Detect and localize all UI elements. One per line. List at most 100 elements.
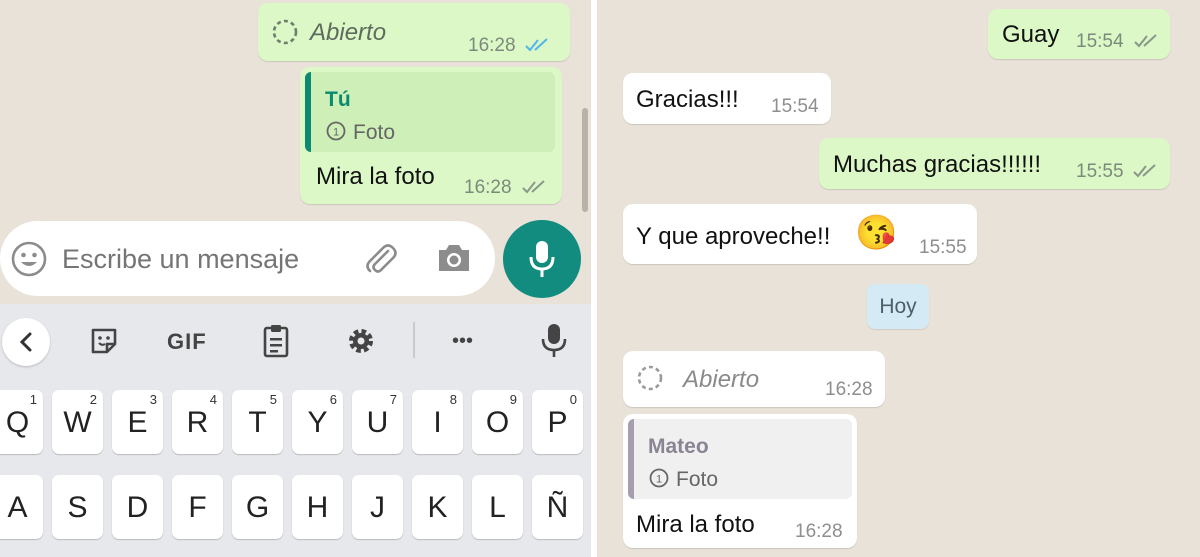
- emoji-icon[interactable]: [10, 240, 48, 278]
- key-number-hint: 9: [509, 392, 517, 407]
- quote-label: Foto: [676, 468, 719, 491]
- message-input[interactable]: [62, 239, 342, 279]
- kiss-emoji: 😘: [855, 214, 898, 252]
- view-once-icon: 1: [649, 468, 669, 488]
- quote-label: Foto: [353, 121, 396, 144]
- key-letter: W: [63, 406, 92, 439]
- key-number-hint: 1: [29, 392, 37, 407]
- key-j[interactable]: J: [352, 475, 403, 539]
- message-text: Muchas gracias!!!!!!: [833, 151, 1042, 178]
- key-letter: T: [248, 406, 267, 439]
- double-check-icon: [1133, 164, 1156, 178]
- key-o[interactable]: O9: [472, 390, 523, 454]
- quote-bar: [628, 419, 634, 499]
- gif-button[interactable]: GIF: [167, 329, 207, 355]
- key-ñ[interactable]: Ñ: [532, 475, 583, 539]
- key-f[interactable]: F: [172, 475, 223, 539]
- key-k[interactable]: K: [412, 475, 463, 539]
- mic-icon: [529, 241, 555, 277]
- outgoing-message[interactable]: Muchas gracias!!!!!! 15:55: [819, 138, 1170, 189]
- outgoing-message[interactable]: Guay 15:54: [988, 9, 1170, 59]
- key-number-hint: 4: [209, 392, 217, 407]
- sticker-icon[interactable]: [89, 326, 119, 356]
- key-d[interactable]: D: [112, 475, 163, 539]
- message-time: 15:55: [1076, 161, 1124, 182]
- key-number-hint: 2: [89, 392, 97, 407]
- attach-icon[interactable]: [362, 241, 400, 279]
- view-once-opened-message[interactable]: Abierto 16:28: [623, 351, 885, 407]
- key-number-hint: 0: [569, 392, 577, 407]
- date-divider: Hoy: [867, 284, 929, 329]
- key-letter: P: [547, 406, 568, 439]
- incoming-message[interactable]: Gracias!!! 15:54: [623, 73, 831, 124]
- message-text: Mira la foto: [636, 511, 755, 538]
- message-text: Y que aproveche!!: [636, 223, 831, 250]
- message-time: 16:28: [468, 35, 516, 56]
- toolbar-divider: [413, 322, 415, 358]
- message-time: 15:54: [771, 96, 819, 117]
- clipboard-icon[interactable]: [262, 323, 290, 359]
- key-l[interactable]: L: [472, 475, 523, 539]
- key-a[interactable]: A: [0, 475, 43, 539]
- key-letter: E: [127, 406, 148, 439]
- message-text: Abierto: [310, 19, 387, 46]
- key-number-hint: 6: [329, 392, 337, 407]
- key-number-hint: 8: [449, 392, 457, 407]
- photo-reply-message[interactable]: Tú 1 Foto Mira la foto 16:28: [300, 67, 562, 204]
- quoted-message[interactable]: Mateo 1 Foto: [628, 419, 852, 499]
- chat-screen-left: Abierto 16:28 Tú 1 Foto Mira la foto 16:…: [0, 0, 591, 557]
- key-y[interactable]: Y6: [292, 390, 343, 454]
- keyboard-mic-icon[interactable]: [540, 322, 568, 360]
- key-i[interactable]: I8: [412, 390, 463, 454]
- message-input-bar: [0, 221, 495, 296]
- double-check-icon: [525, 38, 548, 52]
- key-number-hint: 5: [269, 392, 277, 407]
- scrollbar[interactable]: [582, 108, 588, 212]
- key-s[interactable]: S: [52, 475, 103, 539]
- key-number-hint: 3: [149, 392, 157, 407]
- key-letter: Q: [5, 406, 30, 439]
- quoted-message[interactable]: Tú 1 Foto: [305, 72, 555, 152]
- svg-text:1: 1: [333, 127, 339, 139]
- double-check-icon: [522, 180, 545, 194]
- quote-author: Tú: [325, 88, 351, 111]
- key-letter: Y: [307, 406, 328, 439]
- key-q[interactable]: Q1: [0, 390, 43, 454]
- message-text: Gracias!!!: [636, 86, 739, 113]
- message-text: Mira la foto: [316, 163, 435, 190]
- key-u[interactable]: U7: [352, 390, 403, 454]
- incoming-message[interactable]: Y que aproveche!! 😘 15:55: [623, 204, 977, 264]
- photo-reply-message[interactable]: Mateo 1 Foto Mira la foto 16:28: [623, 414, 857, 548]
- quote-author: Mateo: [648, 435, 709, 458]
- chat-screen-right: Guay 15:54 Gracias!!! 15:54 Muchas graci…: [597, 0, 1200, 557]
- key-p[interactable]: P0: [532, 390, 583, 454]
- settings-icon[interactable]: [345, 325, 377, 357]
- key-t[interactable]: T5: [232, 390, 283, 454]
- key-number-hint: 7: [389, 392, 397, 407]
- key-e[interactable]: E3: [112, 390, 163, 454]
- back-chevron-icon: [19, 332, 32, 352]
- key-h[interactable]: H: [292, 475, 343, 539]
- message-time: 16:28: [795, 521, 843, 542]
- view-once-icon: 1: [326, 121, 346, 141]
- key-w[interactable]: W2: [52, 390, 103, 454]
- message-time: 16:28: [825, 379, 873, 400]
- message-time: 16:28: [464, 177, 512, 198]
- view-once-icon: [272, 19, 298, 45]
- message-time: 15:54: [1076, 31, 1124, 52]
- more-options-button[interactable]: •••: [452, 330, 473, 353]
- quote-bar: [305, 72, 311, 152]
- key-letter: I: [433, 406, 442, 439]
- message-text: Guay: [1002, 21, 1060, 48]
- key-g[interactable]: G: [232, 475, 283, 539]
- message-text: Abierto: [683, 366, 760, 393]
- camera-icon[interactable]: [436, 241, 472, 275]
- svg-text:1: 1: [656, 474, 662, 486]
- keyboard: GIF ••• Q1W2E3R4T5Y6U7I8O9P0 ASDFGHJKLÑ: [0, 304, 591, 557]
- keyboard-back-button[interactable]: [2, 318, 50, 366]
- message-time: 15:55: [919, 237, 967, 258]
- key-r[interactable]: R4: [172, 390, 223, 454]
- double-check-icon: [1134, 34, 1157, 48]
- voice-record-button[interactable]: [503, 220, 581, 298]
- view-once-opened-message[interactable]: Abierto 16:28: [258, 3, 570, 61]
